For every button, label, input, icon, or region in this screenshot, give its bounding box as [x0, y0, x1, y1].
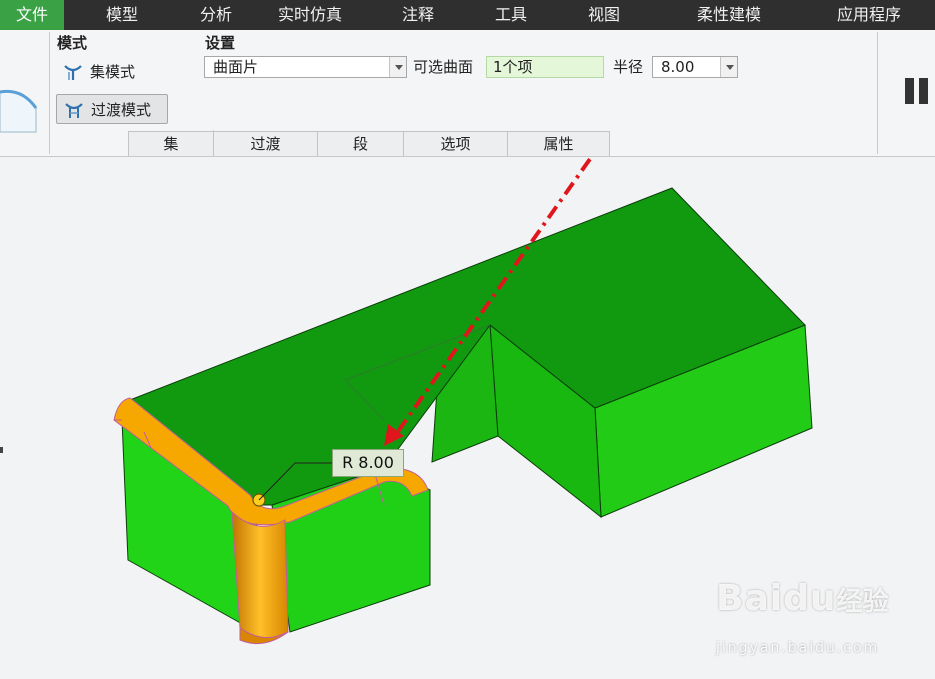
menu-bar: 文件 模型 分析 实时仿真 注释 工具 视图 柔性建模 应用程序 — [0, 0, 935, 30]
settings-group-title: 设置 — [205, 34, 236, 52]
transition-mode-label: 过渡模式 — [91, 100, 152, 119]
tab-properties[interactable]: 属性 — [507, 131, 610, 156]
radius-label: 半径 — [613, 58, 644, 76]
watermark: Baidu经验 — [716, 578, 889, 619]
dashboard-tabs: 集 过渡 段 选项 属性 — [128, 131, 610, 156]
tab-options[interactable]: 选项 — [403, 131, 508, 156]
round-dashboard: 模式 集模式 过渡模式 设置 曲面片 可选曲面 1个项 半径 8.00 集 过渡… — [0, 30, 935, 157]
pause-button[interactable] — [905, 78, 931, 108]
set-mode-icon — [64, 65, 82, 80]
round-type-value: 曲面片 — [213, 58, 259, 76]
menu-annotate[interactable]: 注释 — [368, 0, 468, 30]
menu-flexible-modeling[interactable]: 柔性建模 — [654, 0, 804, 30]
menu-realtime-simulation[interactable]: 实时仿真 — [252, 0, 368, 30]
separator — [877, 32, 878, 154]
radius-value: 8.00 — [661, 58, 695, 76]
tab-transitions[interactable]: 过渡 — [213, 131, 318, 156]
tab-pieces[interactable]: 段 — [317, 131, 404, 156]
transition-mode-button[interactable]: 过渡模式 — [56, 94, 168, 124]
pause-icon — [905, 78, 914, 104]
mode-group-title: 模式 — [57, 34, 88, 52]
menu-model[interactable]: 模型 — [64, 0, 180, 30]
chevron-down-icon[interactable] — [389, 57, 406, 77]
chevron-down-icon[interactable] — [720, 57, 737, 77]
set-mode-button[interactable]: 集模式 — [56, 56, 141, 86]
set-mode-label: 集模式 — [90, 62, 136, 81]
menu-tools[interactable]: 工具 — [468, 0, 554, 30]
tab-sets[interactable]: 集 — [128, 131, 214, 156]
transition-mode-icon — [65, 103, 83, 118]
watermark-cn: 经验 — [836, 587, 889, 617]
round-tool-icon — [0, 89, 38, 133]
watermark-brand-2: du — [783, 578, 837, 619]
fillet-vertical — [231, 510, 289, 639]
menu-file[interactable]: 文件 — [0, 0, 64, 30]
separator — [49, 32, 50, 154]
round-type-select[interactable]: 曲面片 — [204, 56, 407, 78]
radius-dimension-tag[interactable]: R 8.00 — [332, 449, 404, 477]
menu-view[interactable]: 视图 — [554, 0, 654, 30]
optional-surface-label: 可选曲面 — [413, 58, 474, 76]
radius-input[interactable]: 8.00 — [652, 56, 738, 78]
menu-applications[interactable]: 应用程序 — [804, 0, 934, 30]
watermark-brand: Bai — [716, 578, 784, 619]
menu-analysis[interactable]: 分析 — [180, 0, 252, 30]
optional-surface-collector[interactable]: 1个项 — [486, 56, 604, 78]
watermark-url: jingyan.baidu.com — [716, 640, 880, 656]
